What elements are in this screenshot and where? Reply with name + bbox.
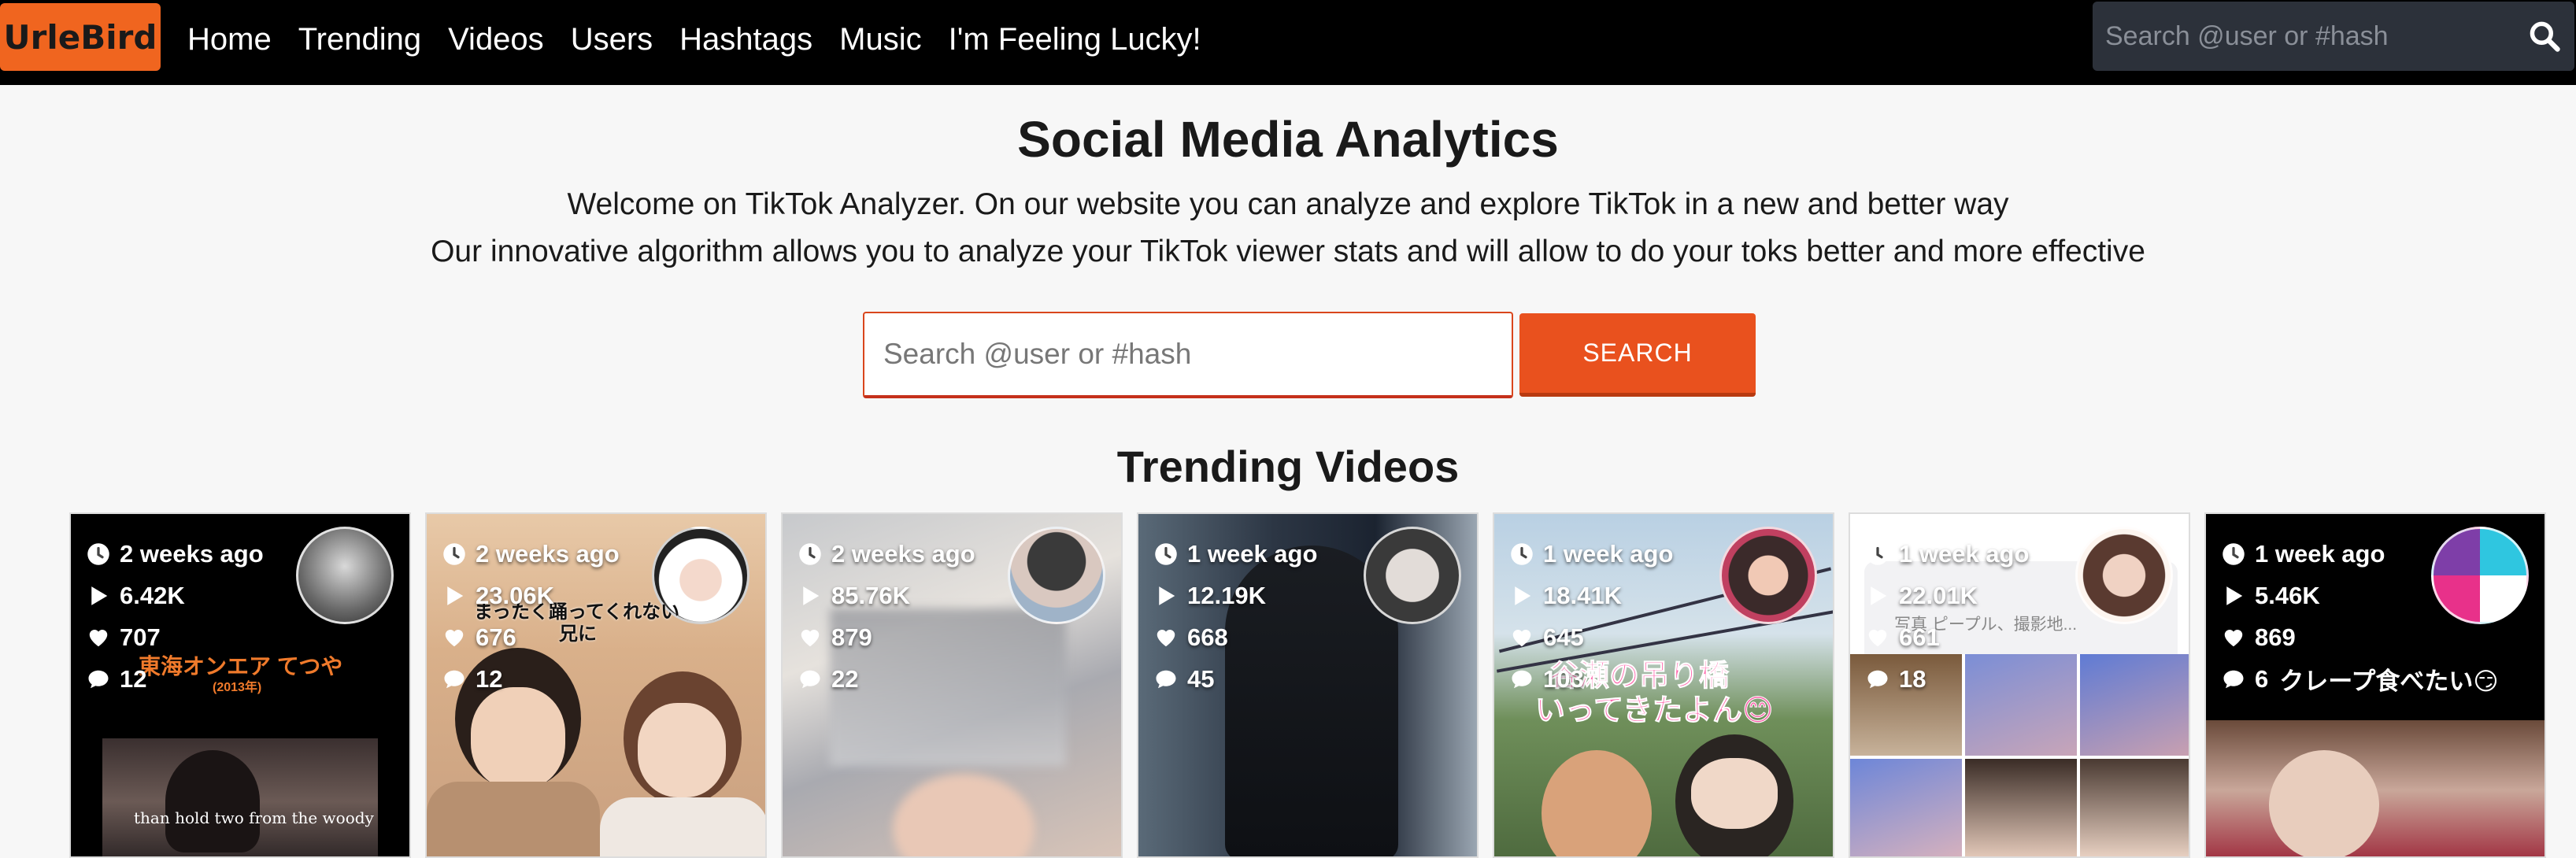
video-posted-time: 1 week ago: [1543, 539, 1674, 568]
comment-icon: [1154, 668, 1178, 691]
trending-videos-heading: Trending Videos: [1116, 442, 1460, 491]
author-avatar[interactable]: [2075, 527, 2173, 624]
video-stats: 1 week ago 5.46K 869 6 クレープ食べたい😏: [2222, 533, 2499, 700]
nav-link-home[interactable]: Home: [187, 22, 272, 57]
heart-icon: [442, 626, 466, 649]
nav-link-trending[interactable]: Trending: [298, 22, 421, 57]
intro-text-line-1: Welcome on TikTok Analyzer. On our websi…: [567, 187, 2009, 221]
video-posted-time: 1 week ago: [2255, 539, 2385, 568]
video-stats: 1 week ago 18.41K 645 103: [1510, 533, 1673, 700]
nav-link-hashtags[interactable]: Hashtags: [679, 22, 812, 57]
video-views: 23.06K: [476, 581, 554, 609]
video-views: 18.41K: [1543, 581, 1622, 609]
nav-links: Home Trending Videos Users Hashtags Musi…: [187, 16, 1201, 63]
play-icon: [87, 584, 110, 608]
video-stats: 1 week ago 22.01K 661 18: [1866, 533, 2029, 700]
intro-text-line-2: Our innovative algorithm allows you to a…: [431, 235, 2145, 268]
video-posted-time: 2 weeks ago: [476, 539, 620, 568]
video-card[interactable]: 2 weeks ago 85.76K 879 22: [781, 512, 1123, 858]
video-comments: 18: [1899, 664, 1926, 693]
clock-icon: [442, 542, 466, 566]
video-comments: 6: [2255, 664, 2269, 693]
video-comments: 103: [1543, 664, 1584, 693]
comment-icon: [1510, 668, 1534, 691]
video-comments: 45: [1187, 664, 1215, 693]
video-likes: 879: [831, 623, 872, 651]
video-likes: 869: [2255, 623, 2296, 651]
nav-link-users[interactable]: Users: [571, 22, 653, 57]
play-icon: [798, 584, 822, 608]
heart-icon: [1154, 626, 1178, 649]
nav-link-videos[interactable]: Videos: [448, 22, 544, 57]
video-views: 12.19K: [1187, 581, 1266, 609]
site-logo[interactable]: UrleBird: [0, 3, 161, 71]
video-card[interactable]: まったく踊ってくれない 兄に 2 weeks ago 23.06K 676 12: [425, 512, 767, 858]
nav-link-feeling-lucky[interactable]: I'm Feeling Lucky!: [949, 22, 1201, 57]
video-comments: 12: [476, 664, 503, 693]
search-button[interactable]: SEARCH: [1519, 313, 1756, 397]
video-card[interactable]: 1 week ago 12.19K 668 45: [1137, 512, 1479, 858]
video-posted-time: 1 week ago: [1187, 539, 1318, 568]
video-likes: 661: [1899, 623, 1940, 651]
clock-icon: [2222, 542, 2245, 566]
video-card[interactable]: 谷瀬の吊り橋 いってきたよん😊 1 week ago 18.41K 645 10…: [1493, 512, 1834, 858]
comment-icon: [798, 668, 822, 691]
heart-icon: [1866, 626, 1889, 649]
video-stats: 1 week ago 12.19K 668 45: [1154, 533, 1317, 700]
video-views: 85.76K: [831, 581, 910, 609]
video-stats: 2 weeks ago 6.42K 707 12: [87, 533, 264, 700]
heart-icon: [1510, 626, 1534, 649]
heart-icon: [798, 626, 822, 649]
heart-icon: [87, 626, 110, 649]
author-avatar[interactable]: [1719, 527, 1817, 624]
play-icon: [1510, 584, 1534, 608]
clock-icon: [87, 542, 110, 566]
nav-link-music[interactable]: Music: [839, 22, 921, 57]
video-views: 5.46K: [2255, 581, 2320, 609]
video-card[interactable]: 東海オンエア てつや (2013年) than hold two from th…: [69, 512, 411, 858]
video-stats: 2 weeks ago 85.76K 879 22: [798, 533, 975, 700]
video-likes: 676: [476, 623, 516, 651]
heart-icon: [2222, 626, 2245, 649]
video-stats: 2 weeks ago 23.06K 676 12: [442, 533, 620, 700]
play-icon: [1154, 584, 1178, 608]
clock-icon: [1866, 542, 1889, 566]
main-search-input[interactable]: [864, 313, 1512, 395]
author-avatar[interactable]: [1364, 527, 1461, 624]
video-likes: 668: [1187, 623, 1228, 651]
video-caption: than hold two from the woody: [134, 808, 374, 827]
clock-icon: [1510, 542, 1534, 566]
play-icon: [1866, 584, 1889, 608]
video-posted-time: 2 weeks ago: [831, 539, 975, 568]
play-icon: [442, 584, 466, 608]
nav-search-box: [2093, 2, 2574, 71]
comment-icon: [442, 668, 466, 691]
nav-search-input[interactable]: [2105, 2, 2499, 71]
clock-icon: [798, 542, 822, 566]
search-icon[interactable]: [2527, 19, 2562, 54]
page-title: Social Media Analytics: [1017, 111, 1559, 168]
video-views: 22.01K: [1899, 581, 1978, 609]
author-avatar[interactable]: [296, 527, 394, 624]
comment-icon: [1866, 668, 1889, 691]
comment-icon: [2222, 668, 2245, 691]
video-views: 6.42K: [120, 581, 185, 609]
comment-icon: [87, 668, 110, 691]
video-posted-time: 1 week ago: [1899, 539, 2030, 568]
video-comments: 22: [831, 664, 859, 693]
video-comments: 12: [120, 664, 147, 693]
video-card[interactable]: 写真 ピープル、撮影地... 1 week ago 22.01K 661 18: [1849, 512, 2190, 858]
video-overlay-text: クレープ食べたい😏: [2279, 668, 2499, 695]
video-posted-time: 2 weeks ago: [120, 539, 264, 568]
author-avatar[interactable]: [1008, 527, 1105, 624]
play-icon: [2222, 584, 2245, 608]
main-search-box: [863, 312, 1513, 398]
top-navbar: UrleBird Home Trending Videos Users Hash…: [0, 0, 2576, 85]
clock-icon: [1154, 542, 1178, 566]
video-likes: 645: [1543, 623, 1584, 651]
video-likes: 707: [120, 623, 161, 651]
video-card[interactable]: 1 week ago 5.46K 869 6 クレープ食べたい😏: [2204, 512, 2546, 858]
